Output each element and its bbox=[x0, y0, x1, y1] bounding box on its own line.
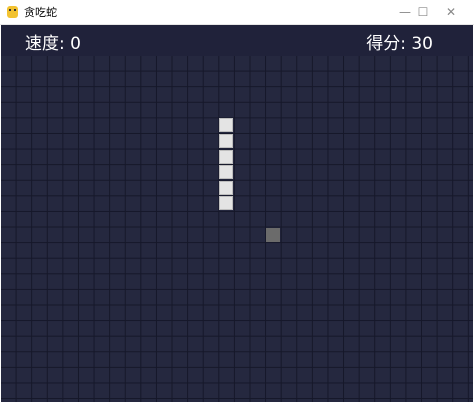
title-bar: 贪吃蛇 — ☐ ✕ bbox=[0, 0, 474, 25]
game-board bbox=[1, 56, 473, 402]
hud-bar: 速度: 0 得分: 30 bbox=[1, 25, 473, 55]
food-cell bbox=[266, 227, 281, 242]
snake-segment bbox=[219, 196, 234, 211]
score-display: 得分: 30 bbox=[366, 34, 433, 54]
snake-segment bbox=[219, 134, 234, 148]
python-game-icon bbox=[7, 6, 18, 18]
snake-segment bbox=[219, 149, 234, 164]
snake-segment bbox=[219, 180, 234, 195]
window-title: 贪吃蛇 bbox=[24, 6, 57, 19]
snake-segment bbox=[219, 165, 234, 180]
speed-display: 速度: 0 bbox=[25, 34, 81, 54]
game-canvas[interactable]: 速度: 0 得分: 30 bbox=[1, 25, 473, 402]
close-button[interactable]: ✕ bbox=[428, 0, 474, 24]
snake-head bbox=[219, 118, 234, 133]
